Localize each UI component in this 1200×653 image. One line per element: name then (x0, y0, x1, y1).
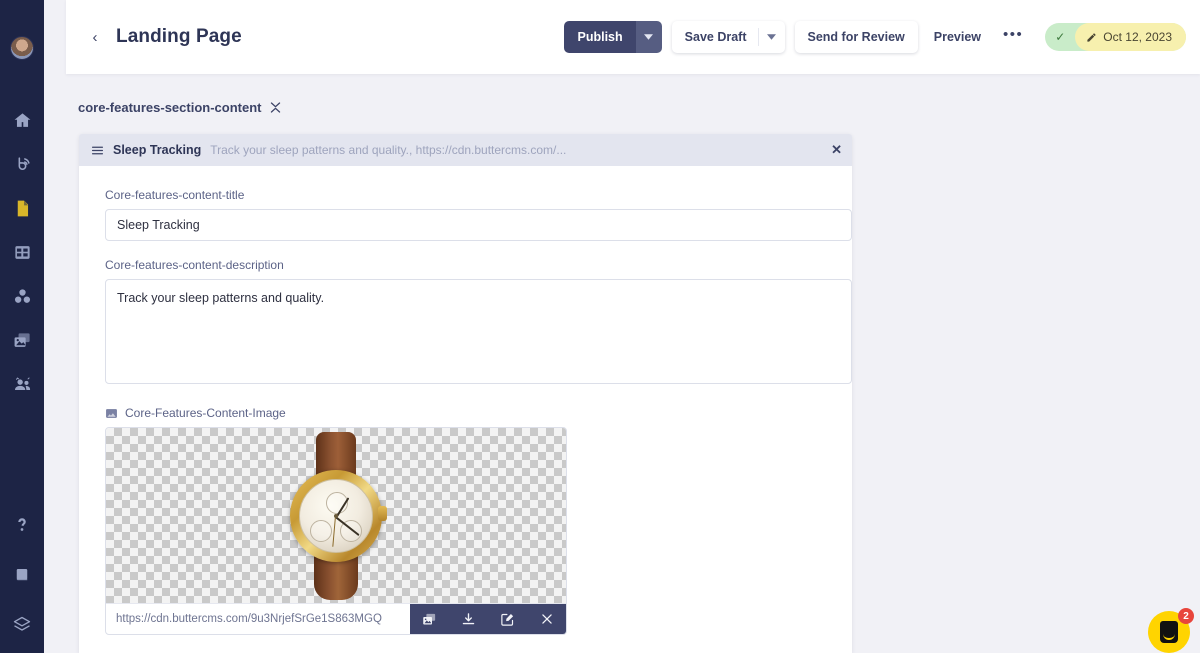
status-badge: ✓ Oct 12, 2023 (1045, 23, 1186, 51)
chat-unread-badge: 2 (1178, 608, 1194, 624)
publish-button[interactable]: Publish (563, 21, 636, 53)
content-card: Sleep Tracking Track your sleep patterns… (79, 134, 852, 653)
page-header: ‹ Landing Page Publish Save Draft Send f… (66, 0, 1200, 74)
sidebar (0, 0, 44, 653)
drag-handle-icon[interactable] (91, 144, 104, 157)
item-subtitle: Track your sleep patterns and quality., … (210, 143, 567, 157)
sidebar-item-team[interactable] (10, 372, 34, 396)
sidebar-item-pages[interactable] (10, 196, 34, 220)
sidebar-item-media[interactable] (10, 328, 34, 352)
description-field-label: Core-features-content-description (105, 258, 284, 272)
preview-button[interactable]: Preview (928, 21, 987, 53)
image-preview[interactable] (106, 428, 566, 603)
download-image-icon[interactable] (449, 604, 488, 634)
watch-image (280, 431, 392, 600)
image-url-row: https://cdn.buttercms.com/9u3NrjefSrGe1S… (106, 603, 566, 634)
image-field: https://cdn.buttercms.com/9u3NrjefSrGe1S… (105, 427, 567, 635)
sidebar-bottom-nav (10, 513, 34, 637)
title-input[interactable] (105, 209, 852, 241)
sidebar-item-blog[interactable] (10, 152, 34, 176)
sidebar-item-components[interactable] (10, 284, 34, 308)
docs-icon[interactable] (10, 563, 34, 587)
image-field-label: Core-Features-Content-Image (125, 406, 286, 420)
save-draft-button-group: Save Draft (671, 21, 785, 53)
layers-icon[interactable] (10, 613, 34, 637)
item-form: Core-features-content-title Core-feature… (79, 166, 852, 635)
send-for-review-button[interactable]: Send for Review (794, 21, 918, 53)
publish-date-text: Oct 12, 2023 (1103, 30, 1172, 44)
publish-dropdown-caret-icon[interactable] (635, 21, 662, 53)
page-title: Landing Page (116, 26, 242, 47)
section-header: core-features-section-content (78, 100, 1200, 115)
collapse-toggle-icon[interactable] (269, 101, 282, 114)
save-draft-dropdown-caret-icon[interactable] (759, 21, 785, 53)
chat-widget-button[interactable]: 2 (1148, 608, 1194, 653)
description-textarea[interactable] (105, 279, 852, 384)
published-check-icon: ✓ (1055, 30, 1066, 44)
replace-image-icon[interactable] (410, 604, 449, 634)
more-options-icon[interactable]: ••• (997, 26, 1029, 49)
item-close-icon[interactable]: ✕ (823, 142, 842, 158)
back-icon[interactable]: ‹ (86, 28, 104, 46)
sidebar-nav (10, 108, 34, 396)
image-icon (105, 407, 118, 420)
remove-image-icon[interactable] (527, 604, 566, 634)
avatar[interactable] (10, 36, 34, 60)
app-root: ‹ Landing Page Publish Save Draft Send f… (0, 0, 1200, 653)
publish-date-badge[interactable]: Oct 12, 2023 (1075, 23, 1186, 51)
header-actions: Publish Save Draft Send for Review Previ… (563, 21, 1186, 53)
help-icon[interactable] (10, 513, 34, 537)
image-field-header: Core-Features-Content-Image (105, 406, 826, 420)
sidebar-item-collections[interactable] (10, 240, 34, 264)
image-action-buttons (410, 604, 566, 634)
pencil-icon (1086, 32, 1097, 43)
save-draft-button[interactable]: Save Draft (672, 21, 758, 53)
section-title: core-features-section-content (78, 100, 262, 115)
chat-face-icon (1160, 621, 1178, 643)
item-header-bar[interactable]: Sleep Tracking Track your sleep patterns… (79, 134, 852, 166)
publish-button-group: Publish (563, 21, 662, 53)
item-title: Sleep Tracking (113, 143, 202, 157)
main-content: core-features-section-content Sleep Trac… (66, 74, 1200, 653)
image-url-text[interactable]: https://cdn.buttercms.com/9u3NrjefSrGe1S… (106, 604, 410, 634)
sidebar-item-home[interactable] (10, 108, 34, 132)
edit-image-icon[interactable] (488, 604, 527, 634)
title-field-label: Core-features-content-title (105, 188, 245, 202)
